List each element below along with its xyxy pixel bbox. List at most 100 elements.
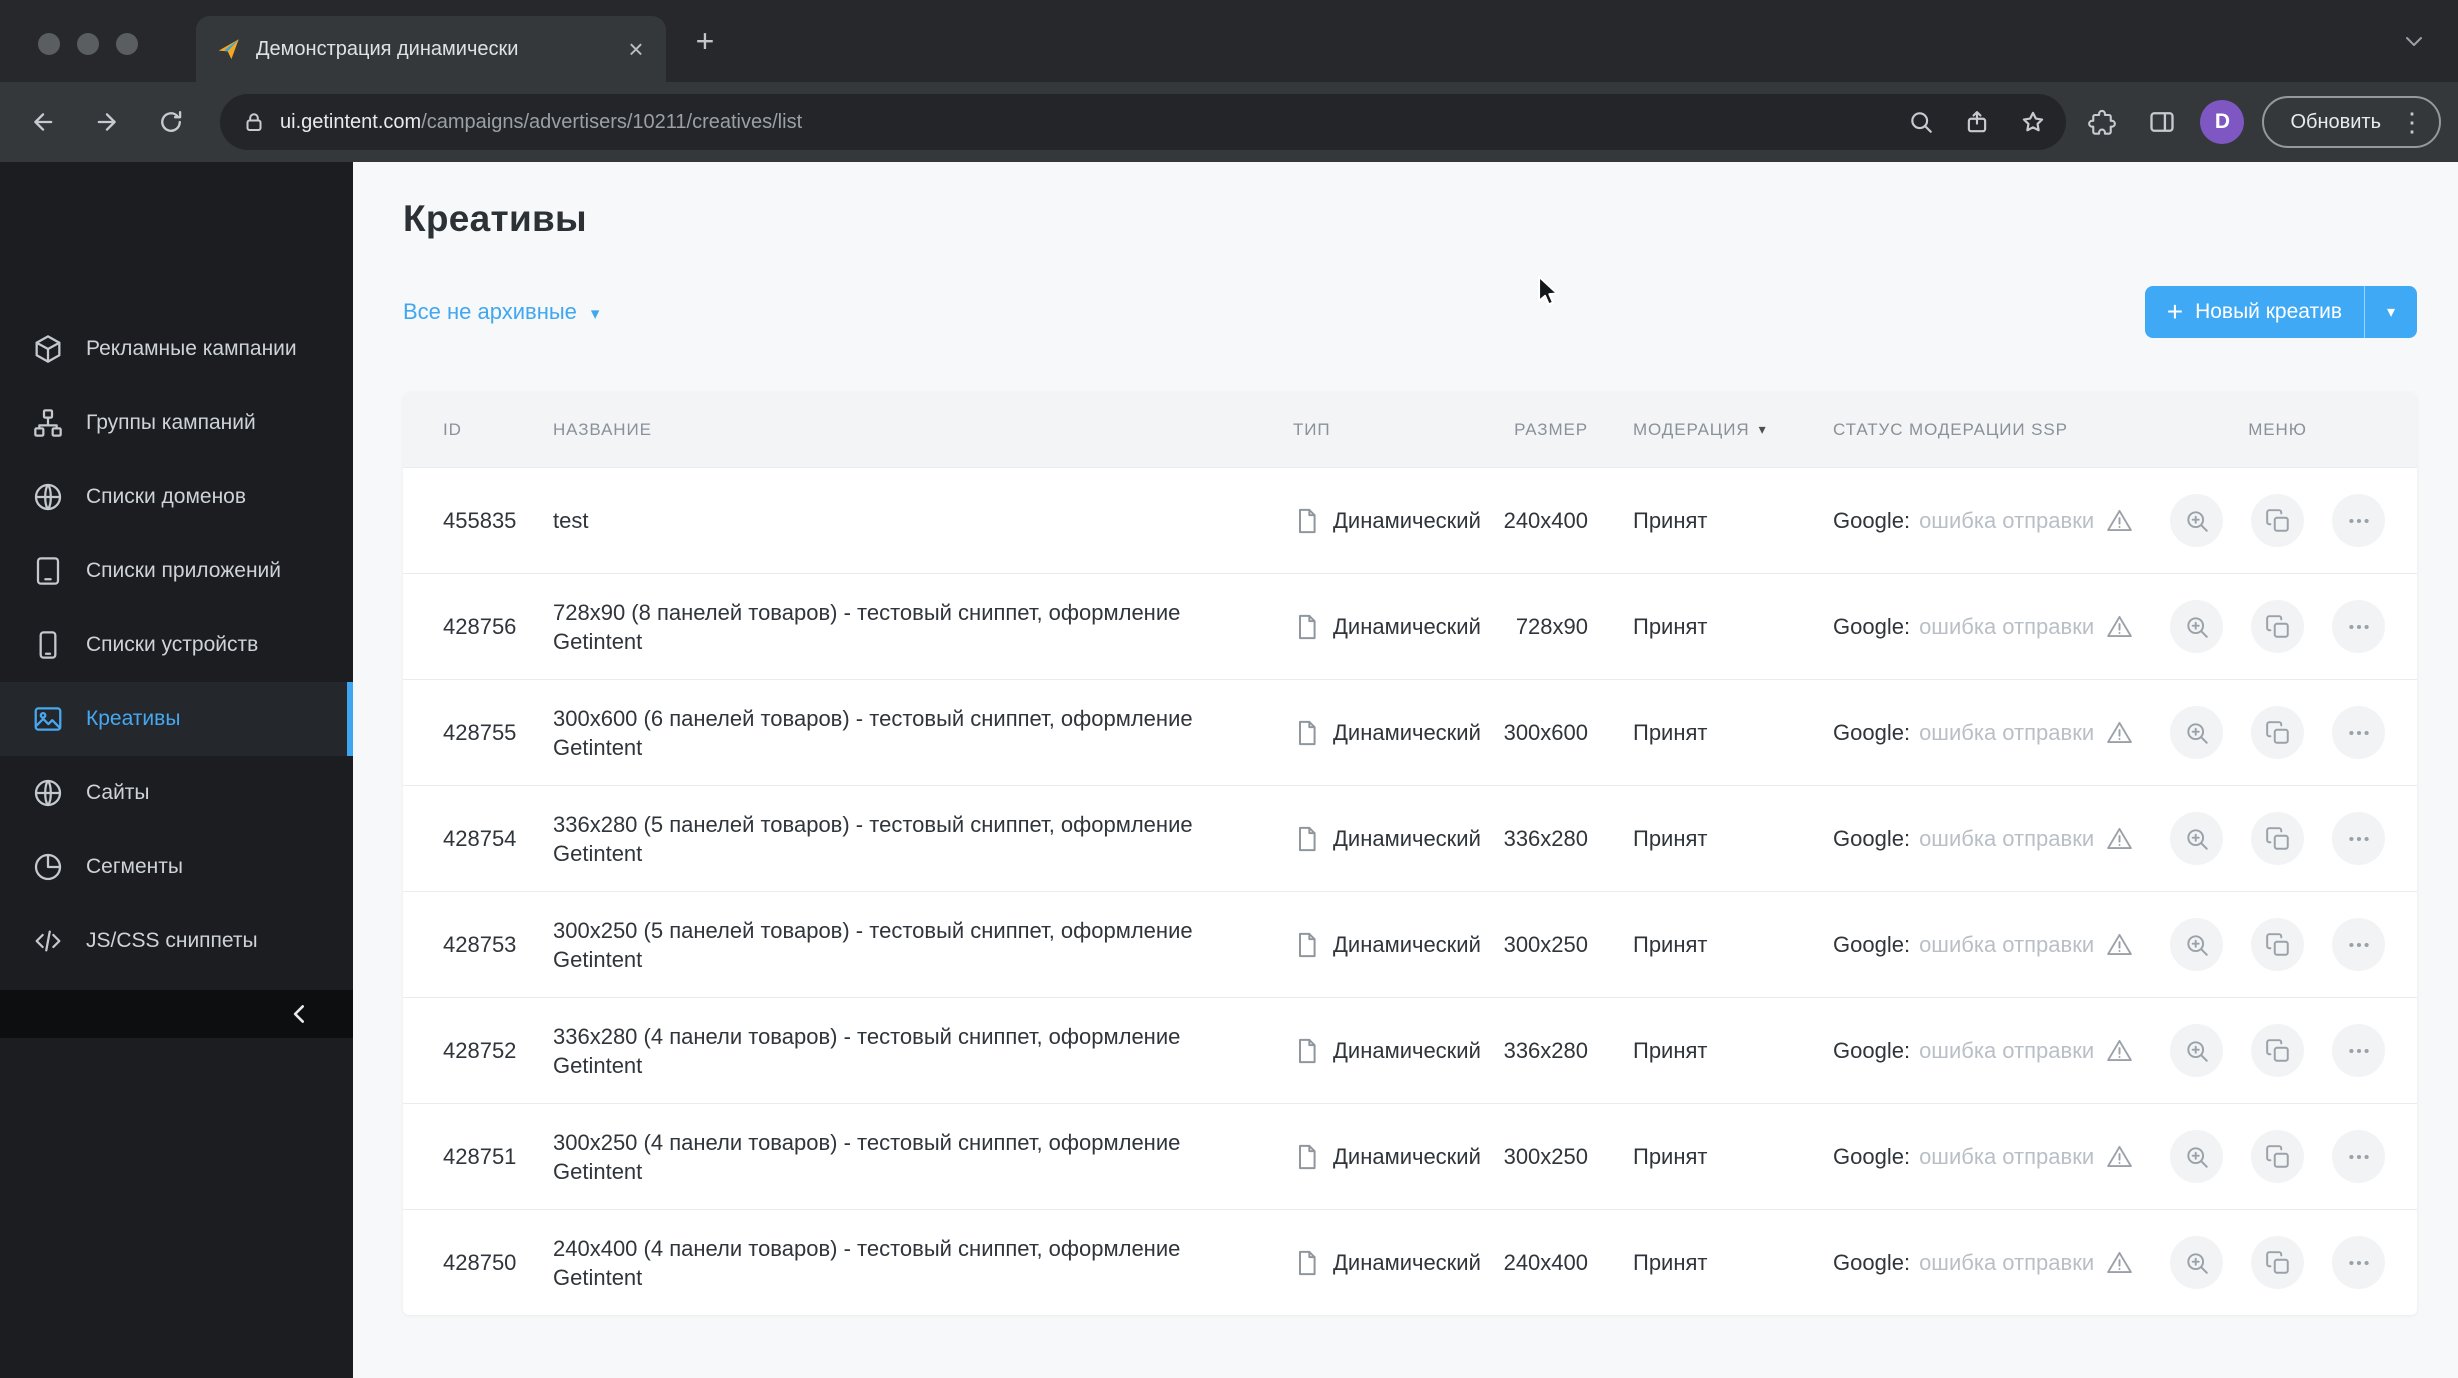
chevron-down-icon: ▾ (590, 303, 600, 323)
more-actions-button[interactable] (2332, 494, 2385, 547)
more-actions-button[interactable] (2332, 706, 2385, 759)
preview-button[interactable] (2170, 494, 2223, 547)
ellipsis-icon (2348, 836, 2369, 841)
creative-name: 728x90 (8 панелей товаров) - тестовый сн… (553, 599, 1181, 654)
browser-menu-icon[interactable]: ⋮ (2399, 109, 2425, 135)
ssp-status-label: ошибка отправки (1919, 1037, 2095, 1063)
browser-update-button[interactable]: Обновить ⋮ (2262, 96, 2441, 148)
copy-button[interactable] (2251, 1130, 2304, 1183)
address-bar[interactable]: ui.getintent.com/campaigns/advertisers/1… (220, 94, 2067, 150)
table-row[interactable]: 428750 240x400 (4 панели товаров) - тест… (403, 1209, 2417, 1315)
back-icon[interactable] (20, 99, 66, 145)
header-id: ID (443, 419, 462, 439)
creative-id: 428755 (443, 719, 517, 745)
header-moderation[interactable]: МОДЕРАЦИЯ ▾ (1588, 420, 1798, 440)
page-title: Креативы (403, 198, 587, 239)
row-actions (2138, 918, 2417, 971)
new-tab-button[interactable]: + (684, 20, 726, 62)
more-actions-button[interactable] (2332, 600, 2385, 653)
creative-size: 300x250 (1503, 1143, 1588, 1169)
preview-button[interactable] (2170, 918, 2223, 971)
new-creative-button[interactable]: + Новый креатив ▾ (2144, 286, 2417, 338)
sidebar-collapse-button[interactable] (0, 990, 353, 1038)
copy-button[interactable] (2251, 1236, 2304, 1289)
warning-icon (2106, 507, 2133, 534)
tab-close-icon[interactable]: × (620, 33, 652, 65)
moderation-status: Принят (1633, 825, 1708, 851)
sidebar-item[interactable]: Сегменты (0, 830, 353, 904)
sidebar-item[interactable]: Списки устройств (0, 608, 353, 682)
archive-filter-dropdown[interactable]: Все не архивные ▾ (403, 299, 599, 325)
zoom-in-icon (2186, 510, 2208, 532)
copy-icon (2265, 720, 2289, 744)
window-minimize-button[interactable] (77, 33, 99, 55)
header-size: РАЗМЕР (1514, 419, 1588, 439)
more-actions-button[interactable] (2332, 918, 2385, 971)
new-creative-dropdown-caret[interactable]: ▾ (2365, 302, 2417, 322)
reload-icon[interactable] (148, 99, 194, 145)
preview-button[interactable] (2170, 812, 2223, 865)
browser-tab[interactable]: Демонстрация динамически × (196, 16, 666, 82)
header-type: ТИП (1293, 419, 1331, 439)
ssp-network-label: Google: (1833, 613, 1911, 639)
more-actions-button[interactable] (2332, 1024, 2385, 1077)
sidebar-item[interactable]: Группы кампаний (0, 386, 353, 460)
url-text: ui.getintent.com/campaigns/advertisers/1… (280, 111, 1886, 134)
copy-button[interactable] (2251, 494, 2304, 547)
sidebar-item[interactable]: Списки доменов (0, 460, 353, 534)
ellipsis-icon (2348, 1048, 2369, 1053)
more-actions-button[interactable] (2332, 812, 2385, 865)
sidebar-item-label: JS/CSS сниппеты (86, 929, 258, 952)
header-ssp-status: СТАТУС МОДЕРАЦИИ SSP (1833, 419, 2068, 439)
more-actions-button[interactable] (2332, 1236, 2385, 1289)
lock-icon[interactable] (242, 110, 266, 134)
table-row[interactable]: 428756 728x90 (8 панелей товаров) - тест… (403, 573, 2417, 679)
side-panel-icon[interactable] (2140, 100, 2184, 144)
copy-button[interactable] (2251, 600, 2304, 653)
creative-type-label: Динамический (1333, 507, 1481, 533)
window-zoom-button[interactable] (116, 33, 138, 55)
preview-button[interactable] (2170, 600, 2223, 653)
tab-search-chevron-icon[interactable] (2396, 23, 2432, 59)
preview-button[interactable] (2170, 706, 2223, 759)
moderation-status: Принят (1633, 719, 1708, 745)
copy-button[interactable] (2251, 706, 2304, 759)
copy-button[interactable] (2251, 918, 2304, 971)
creative-type-label: Динамический (1333, 719, 1481, 745)
copy-button[interactable] (2251, 812, 2304, 865)
sidebar-item-icon (32, 555, 64, 587)
extensions-puzzle-icon[interactable] (2080, 100, 2124, 144)
copy-button[interactable] (2251, 1024, 2304, 1077)
sidebar-item[interactable]: Списки приложений (0, 534, 353, 608)
zoom-in-icon (2186, 934, 2208, 956)
bookmark-star-icon[interactable] (2012, 101, 2054, 143)
ellipsis-icon (2348, 730, 2369, 735)
table-row[interactable]: 428754 336x280 (5 панелей товаров) - тес… (403, 785, 2417, 891)
profile-avatar[interactable]: D (2200, 100, 2245, 144)
sidebar-item[interactable]: Сайты (0, 756, 353, 830)
warning-icon (2106, 613, 2133, 640)
sort-caret-icon: ▾ (1758, 421, 1767, 437)
preview-button[interactable] (2170, 1024, 2223, 1077)
table-row[interactable]: 428752 336x280 (4 панели товаров) - тест… (403, 997, 2417, 1103)
sidebar-item-icon (32, 481, 64, 513)
creative-type-label: Динамический (1333, 825, 1481, 851)
table-row[interactable]: 428755 300x600 (6 панелей товаров) - тес… (403, 679, 2417, 785)
table-row[interactable]: 428751 300x250 (4 панели товаров) - тест… (403, 1103, 2417, 1209)
preview-button[interactable] (2170, 1130, 2223, 1183)
more-actions-button[interactable] (2332, 1130, 2385, 1183)
forward-icon[interactable] (84, 99, 130, 145)
preview-button[interactable] (2170, 1236, 2223, 1289)
share-icon[interactable] (1956, 101, 1998, 143)
table-row[interactable]: 455835 test Динамический 240x400 Принят … (403, 467, 2417, 573)
sidebar-item-label: Сегменты (86, 855, 183, 878)
window-close-button[interactable] (38, 33, 60, 55)
table-row[interactable]: 428753 300x250 (5 панелей товаров) - тес… (403, 891, 2417, 997)
creative-id: 455835 (443, 507, 517, 533)
creative-size: 300x600 (1503, 719, 1588, 745)
sidebar-item[interactable]: Креативы (0, 682, 353, 756)
row-actions (2138, 812, 2417, 865)
sidebar-item[interactable]: Рекламные кампании (0, 312, 353, 386)
sidebar-item[interactable]: JS/CSS сниппеты (0, 904, 353, 978)
zoom-level-icon[interactable] (1900, 101, 1942, 143)
